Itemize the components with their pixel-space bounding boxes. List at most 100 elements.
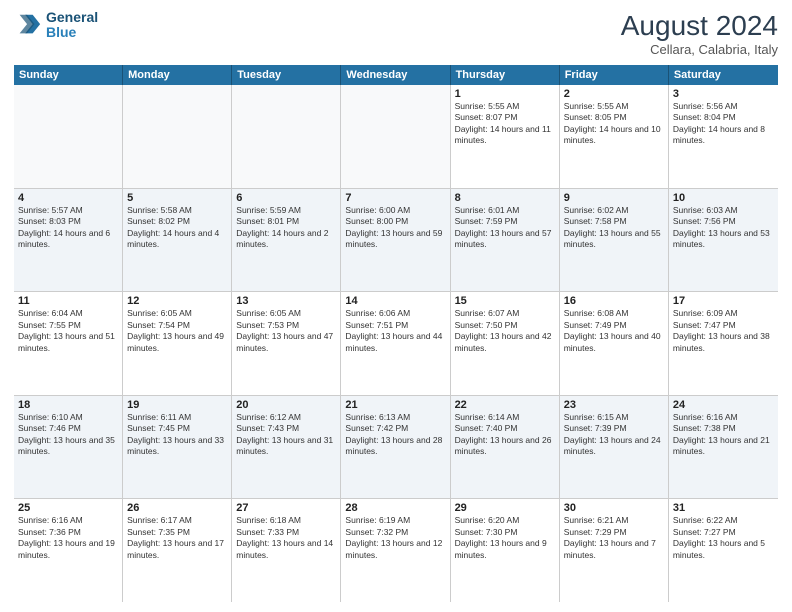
day-number: 1 xyxy=(455,88,555,100)
calendar-cell: 8Sunrise: 6:01 AM Sunset: 7:59 PM Daylig… xyxy=(451,189,560,292)
calendar-cell: 15Sunrise: 6:07 AM Sunset: 7:50 PM Dayli… xyxy=(451,292,560,395)
day-number: 18 xyxy=(18,399,118,411)
day-info: Sunrise: 5:59 AM Sunset: 8:01 PM Dayligh… xyxy=(236,205,336,251)
day-info: Sunrise: 6:10 AM Sunset: 7:46 PM Dayligh… xyxy=(18,412,118,458)
calendar-cell: 22Sunrise: 6:14 AM Sunset: 7:40 PM Dayli… xyxy=(451,396,560,499)
day-info: Sunrise: 6:16 AM Sunset: 7:36 PM Dayligh… xyxy=(18,515,118,561)
day-info: Sunrise: 6:09 AM Sunset: 7:47 PM Dayligh… xyxy=(673,308,774,354)
day-number: 8 xyxy=(455,192,555,204)
day-info: Sunrise: 6:01 AM Sunset: 7:59 PM Dayligh… xyxy=(455,205,555,251)
day-number: 7 xyxy=(345,192,445,204)
day-number: 20 xyxy=(236,399,336,411)
day-info: Sunrise: 6:20 AM Sunset: 7:30 PM Dayligh… xyxy=(455,515,555,561)
calendar-container: General Blue August 2024 Cellara, Calabr… xyxy=(0,0,792,612)
day-number: 26 xyxy=(127,502,227,514)
day-number: 19 xyxy=(127,399,227,411)
day-info: Sunrise: 6:16 AM Sunset: 7:38 PM Dayligh… xyxy=(673,412,774,458)
calendar-cell: 1Sunrise: 5:55 AM Sunset: 8:07 PM Daylig… xyxy=(451,85,560,188)
calendar-cell: 6Sunrise: 5:59 AM Sunset: 8:01 PM Daylig… xyxy=(232,189,341,292)
calendar-cell: 25Sunrise: 6:16 AM Sunset: 7:36 PM Dayli… xyxy=(14,499,123,602)
day-number: 31 xyxy=(673,502,774,514)
day-info: Sunrise: 6:07 AM Sunset: 7:50 PM Dayligh… xyxy=(455,308,555,354)
calendar-cell: 29Sunrise: 6:20 AM Sunset: 7:30 PM Dayli… xyxy=(451,499,560,602)
day-number: 30 xyxy=(564,502,664,514)
header-day-saturday: Saturday xyxy=(669,65,778,85)
header-day-tuesday: Tuesday xyxy=(232,65,341,85)
day-number: 14 xyxy=(345,295,445,307)
day-number: 21 xyxy=(345,399,445,411)
day-number: 9 xyxy=(564,192,664,204)
day-info: Sunrise: 6:11 AM Sunset: 7:45 PM Dayligh… xyxy=(127,412,227,458)
day-info: Sunrise: 6:03 AM Sunset: 7:56 PM Dayligh… xyxy=(673,205,774,251)
calendar-cell: 5Sunrise: 5:58 AM Sunset: 8:02 PM Daylig… xyxy=(123,189,232,292)
day-info: Sunrise: 6:19 AM Sunset: 7:32 PM Dayligh… xyxy=(345,515,445,561)
calendar-cell: 3Sunrise: 5:56 AM Sunset: 8:04 PM Daylig… xyxy=(669,85,778,188)
calendar-cell: 16Sunrise: 6:08 AM Sunset: 7:49 PM Dayli… xyxy=(560,292,669,395)
day-info: Sunrise: 6:13 AM Sunset: 7:42 PM Dayligh… xyxy=(345,412,445,458)
calendar-cell xyxy=(14,85,123,188)
calendar-cell: 17Sunrise: 6:09 AM Sunset: 7:47 PM Dayli… xyxy=(669,292,778,395)
logo-line2: Blue xyxy=(46,25,98,40)
calendar-cell: 19Sunrise: 6:11 AM Sunset: 7:45 PM Dayli… xyxy=(123,396,232,499)
calendar-cell: 23Sunrise: 6:15 AM Sunset: 7:39 PM Dayli… xyxy=(560,396,669,499)
location-subtitle: Cellara, Calabria, Italy xyxy=(621,42,778,57)
day-number: 11 xyxy=(18,295,118,307)
day-info: Sunrise: 6:02 AM Sunset: 7:58 PM Dayligh… xyxy=(564,205,664,251)
calendar-cell: 11Sunrise: 6:04 AM Sunset: 7:55 PM Dayli… xyxy=(14,292,123,395)
calendar-cell: 7Sunrise: 6:00 AM Sunset: 8:00 PM Daylig… xyxy=(341,189,450,292)
day-info: Sunrise: 6:21 AM Sunset: 7:29 PM Dayligh… xyxy=(564,515,664,561)
day-info: Sunrise: 5:57 AM Sunset: 8:03 PM Dayligh… xyxy=(18,205,118,251)
calendar-cell xyxy=(341,85,450,188)
calendar-cell: 21Sunrise: 6:13 AM Sunset: 7:42 PM Dayli… xyxy=(341,396,450,499)
calendar-week-5: 25Sunrise: 6:16 AM Sunset: 7:36 PM Dayli… xyxy=(14,499,778,602)
header-day-monday: Monday xyxy=(123,65,232,85)
calendar-cell: 30Sunrise: 6:21 AM Sunset: 7:29 PM Dayli… xyxy=(560,499,669,602)
calendar-cell: 31Sunrise: 6:22 AM Sunset: 7:27 PM Dayli… xyxy=(669,499,778,602)
header: General Blue August 2024 Cellara, Calabr… xyxy=(14,10,778,57)
header-day-sunday: Sunday xyxy=(14,65,123,85)
day-info: Sunrise: 5:58 AM Sunset: 8:02 PM Dayligh… xyxy=(127,205,227,251)
calendar-cell: 26Sunrise: 6:17 AM Sunset: 7:35 PM Dayli… xyxy=(123,499,232,602)
calendar-cell: 27Sunrise: 6:18 AM Sunset: 7:33 PM Dayli… xyxy=(232,499,341,602)
title-block: August 2024 Cellara, Calabria, Italy xyxy=(621,10,778,57)
calendar-cell: 13Sunrise: 6:05 AM Sunset: 7:53 PM Dayli… xyxy=(232,292,341,395)
calendar-cell: 10Sunrise: 6:03 AM Sunset: 7:56 PM Dayli… xyxy=(669,189,778,292)
calendar-week-1: 1Sunrise: 5:55 AM Sunset: 8:07 PM Daylig… xyxy=(14,85,778,189)
calendar-week-3: 11Sunrise: 6:04 AM Sunset: 7:55 PM Dayli… xyxy=(14,292,778,396)
day-info: Sunrise: 6:14 AM Sunset: 7:40 PM Dayligh… xyxy=(455,412,555,458)
day-info: Sunrise: 6:00 AM Sunset: 8:00 PM Dayligh… xyxy=(345,205,445,251)
logo-text: General Blue xyxy=(46,10,98,41)
calendar-cell: 28Sunrise: 6:19 AM Sunset: 7:32 PM Dayli… xyxy=(341,499,450,602)
calendar-header: SundayMondayTuesdayWednesdayThursdayFrid… xyxy=(14,65,778,85)
day-info: Sunrise: 6:17 AM Sunset: 7:35 PM Dayligh… xyxy=(127,515,227,561)
day-number: 29 xyxy=(455,502,555,514)
day-number: 10 xyxy=(673,192,774,204)
day-info: Sunrise: 6:05 AM Sunset: 7:54 PM Dayligh… xyxy=(127,308,227,354)
calendar-week-4: 18Sunrise: 6:10 AM Sunset: 7:46 PM Dayli… xyxy=(14,396,778,500)
logo: General Blue xyxy=(14,10,98,41)
calendar-body: 1Sunrise: 5:55 AM Sunset: 8:07 PM Daylig… xyxy=(14,85,778,602)
day-number: 24 xyxy=(673,399,774,411)
calendar-cell: 18Sunrise: 6:10 AM Sunset: 7:46 PM Dayli… xyxy=(14,396,123,499)
calendar: SundayMondayTuesdayWednesdayThursdayFrid… xyxy=(14,65,778,602)
calendar-cell xyxy=(123,85,232,188)
day-number: 17 xyxy=(673,295,774,307)
calendar-cell: 12Sunrise: 6:05 AM Sunset: 7:54 PM Dayli… xyxy=(123,292,232,395)
day-info: Sunrise: 5:55 AM Sunset: 8:07 PM Dayligh… xyxy=(455,101,555,147)
day-info: Sunrise: 5:56 AM Sunset: 8:04 PM Dayligh… xyxy=(673,101,774,147)
day-number: 23 xyxy=(564,399,664,411)
day-number: 28 xyxy=(345,502,445,514)
day-info: Sunrise: 5:55 AM Sunset: 8:05 PM Dayligh… xyxy=(564,101,664,147)
day-number: 27 xyxy=(236,502,336,514)
day-number: 22 xyxy=(455,399,555,411)
day-number: 15 xyxy=(455,295,555,307)
calendar-cell: 24Sunrise: 6:16 AM Sunset: 7:38 PM Dayli… xyxy=(669,396,778,499)
day-info: Sunrise: 6:22 AM Sunset: 7:27 PM Dayligh… xyxy=(673,515,774,561)
day-number: 12 xyxy=(127,295,227,307)
logo-icon xyxy=(14,11,42,39)
calendar-cell xyxy=(232,85,341,188)
calendar-cell: 14Sunrise: 6:06 AM Sunset: 7:51 PM Dayli… xyxy=(341,292,450,395)
calendar-cell: 4Sunrise: 5:57 AM Sunset: 8:03 PM Daylig… xyxy=(14,189,123,292)
day-number: 4 xyxy=(18,192,118,204)
calendar-cell: 20Sunrise: 6:12 AM Sunset: 7:43 PM Dayli… xyxy=(232,396,341,499)
